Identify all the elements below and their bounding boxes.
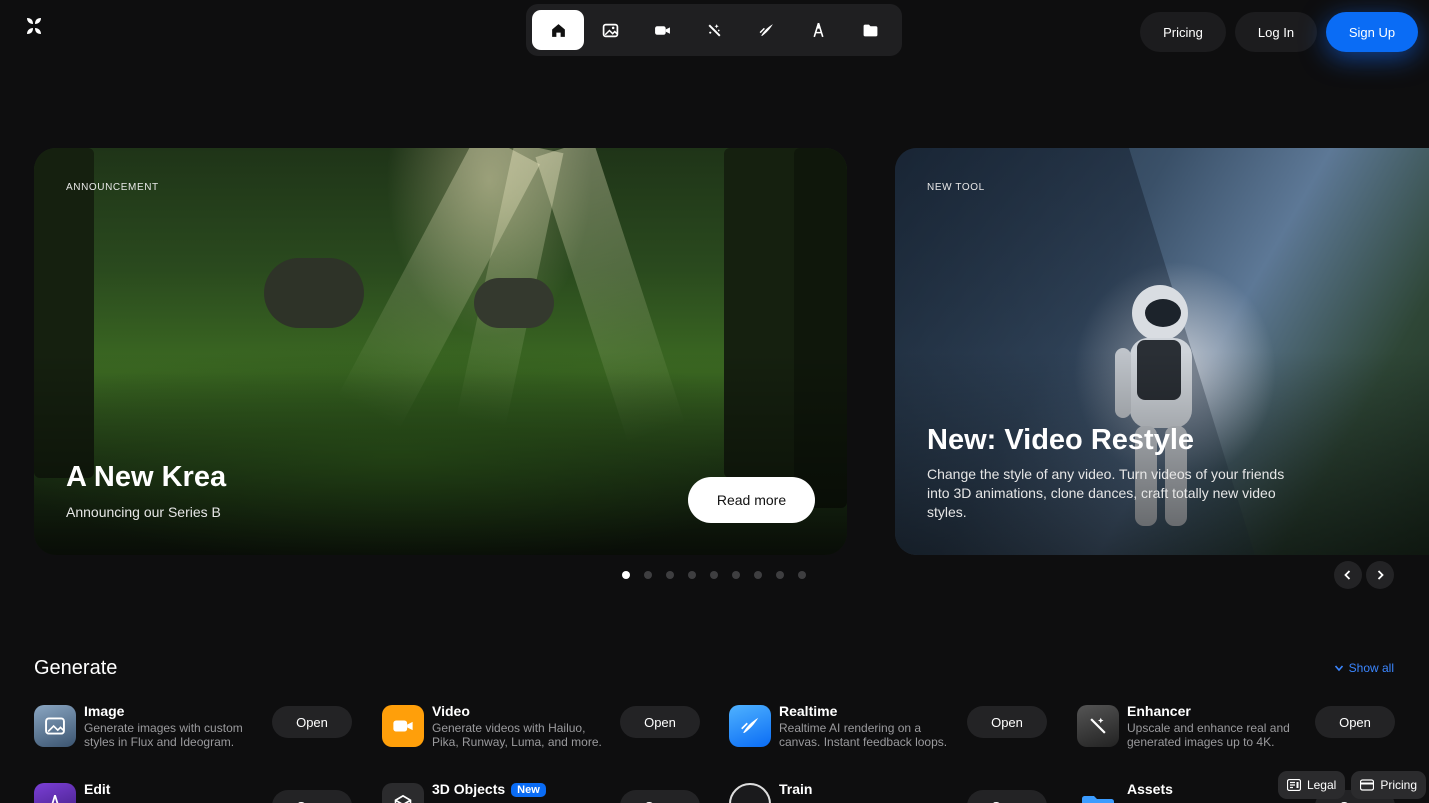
- pricing-button[interactable]: Pricing: [1140, 12, 1226, 52]
- nav-image[interactable]: [584, 10, 636, 50]
- slide-eyebrow: NEW TOOL: [927, 182, 985, 193]
- open-button[interactable]: Open: [272, 706, 352, 738]
- open-button[interactable]: Open: [620, 790, 700, 803]
- tool-description: Upscale and enhance real and generated i…: [1127, 721, 1290, 749]
- tool-name: Image: [84, 703, 125, 719]
- carousel-dot[interactable]: [688, 571, 696, 579]
- header-actions: Pricing Log In Sign Up: [1140, 12, 1418, 52]
- tool-name-label: 3D Objects: [432, 781, 506, 797]
- carousel-slide-new-tool[interactable]: NEW TOOL New: Video Restyle Change the s…: [895, 148, 1429, 555]
- tool-card-train[interactable]: Train Open: [729, 781, 1047, 803]
- slide-title: A New Krea: [66, 461, 227, 493]
- nav-realtime[interactable]: [740, 10, 792, 50]
- carousel-dot[interactable]: [710, 571, 718, 579]
- tool-name: Edit: [84, 781, 111, 797]
- pricing-floating-button[interactable]: Pricing: [1351, 771, 1426, 799]
- edit-icon: [812, 22, 824, 37]
- nav-enhancer[interactable]: [688, 10, 740, 50]
- tool-name: Assets: [1127, 781, 1173, 797]
- carousel-arrows: [1334, 561, 1394, 589]
- read-more-button[interactable]: Read more: [688, 477, 815, 523]
- tool-card-image[interactable]: Image Generate images with custom styles…: [34, 703, 352, 751]
- slide-title: New: Video Restyle: [927, 424, 1195, 456]
- tool-name: 3D Objects New: [432, 781, 546, 797]
- slide-eyebrow: ANNOUNCEMENT: [66, 182, 159, 193]
- nav-assets[interactable]: [844, 10, 896, 50]
- realtime-tool-icon: [729, 705, 771, 747]
- carousel-dot[interactable]: [798, 571, 806, 579]
- section-title-generate: Generate: [34, 657, 118, 679]
- tool-nav: [526, 4, 902, 56]
- video-tool-icon: [382, 705, 424, 747]
- tool-card-enhancer[interactable]: Enhancer Upscale and enhance real and ge…: [1077, 703, 1395, 751]
- home-icon: [551, 23, 565, 37]
- carousel-dot[interactable]: [754, 571, 762, 579]
- carousel-slide-announcement[interactable]: ANNOUNCEMENT A New Krea Announcing our S…: [34, 148, 847, 555]
- carousel-next-button[interactable]: [1366, 561, 1394, 589]
- tool-card-3d-objects[interactable]: 3D Objects New Open: [382, 781, 700, 803]
- pricing-label: Pricing: [1380, 778, 1417, 792]
- signup-button[interactable]: Sign Up: [1326, 12, 1418, 52]
- krea-logo-icon[interactable]: [24, 16, 44, 36]
- open-button[interactable]: Open: [620, 706, 700, 738]
- slide-subtitle: Change the style of any video. Turn vide…: [927, 466, 1285, 520]
- tool-description: Generate videos with Hailuo, Pika, Runwa…: [432, 721, 602, 749]
- tool-description: Generate images with custom styles in Fl…: [84, 721, 243, 749]
- credit-card-icon: [1360, 779, 1375, 791]
- tool-card-video[interactable]: Video Generate videos with Hailuo, Pika,…: [382, 703, 700, 751]
- train-tool-icon: [729, 783, 771, 803]
- carousel-dot[interactable]: [732, 571, 740, 579]
- carousel-dot[interactable]: [622, 571, 630, 579]
- open-button[interactable]: Open: [967, 790, 1047, 803]
- tool-name: Realtime: [779, 703, 838, 719]
- video-icon: [654, 25, 670, 35]
- enhancer-icon: [708, 23, 720, 36]
- realtime-icon: [759, 23, 773, 36]
- tool-name: Enhancer: [1127, 703, 1191, 719]
- tool-name: Train: [779, 781, 813, 797]
- login-button[interactable]: Log In: [1235, 12, 1317, 52]
- show-all-label: Show all: [1348, 661, 1394, 675]
- show-all-link[interactable]: Show all: [1334, 661, 1394, 675]
- carousel-dot[interactable]: [666, 571, 674, 579]
- open-button[interactable]: Open: [272, 790, 352, 803]
- image-tool-icon: [34, 705, 76, 747]
- chevron-left-icon: [1344, 570, 1351, 580]
- new-badge: New: [511, 783, 546, 797]
- assets-tool-icon: [1077, 783, 1119, 803]
- nav-edit[interactable]: [792, 10, 844, 50]
- tool-description: Realtime AI rendering on a canvas. Insta…: [779, 721, 948, 749]
- edit-tool-icon: [34, 783, 76, 803]
- image-icon: [602, 23, 618, 37]
- tool-name: Video: [432, 703, 470, 719]
- carousel-pagination: [622, 571, 806, 579]
- 3d-objects-tool-icon: [382, 783, 424, 803]
- slide-subtitle: Announcing our Series B: [66, 504, 221, 520]
- legal-icon: [1286, 779, 1301, 791]
- legal-button[interactable]: Legal: [1277, 771, 1346, 799]
- carousel-prev-button[interactable]: [1334, 561, 1362, 589]
- tool-card-realtime[interactable]: Realtime Realtime AI rendering on a canv…: [729, 703, 1047, 751]
- open-button[interactable]: Open: [967, 706, 1047, 738]
- nav-video[interactable]: [636, 10, 688, 50]
- floating-actions: Legal Pricing: [1277, 771, 1426, 799]
- enhancer-tool-icon: [1077, 705, 1119, 747]
- folder-icon: [863, 24, 877, 36]
- legal-label: Legal: [1306, 778, 1337, 792]
- chevron-down-icon: [1334, 665, 1343, 672]
- carousel-dot[interactable]: [644, 571, 652, 579]
- chevron-right-icon: [1377, 570, 1384, 580]
- tool-card-edit[interactable]: Edit Open: [34, 781, 352, 803]
- carousel-dot[interactable]: [776, 571, 784, 579]
- open-button[interactable]: Open: [1315, 706, 1395, 738]
- nav-home[interactable]: [532, 10, 584, 50]
